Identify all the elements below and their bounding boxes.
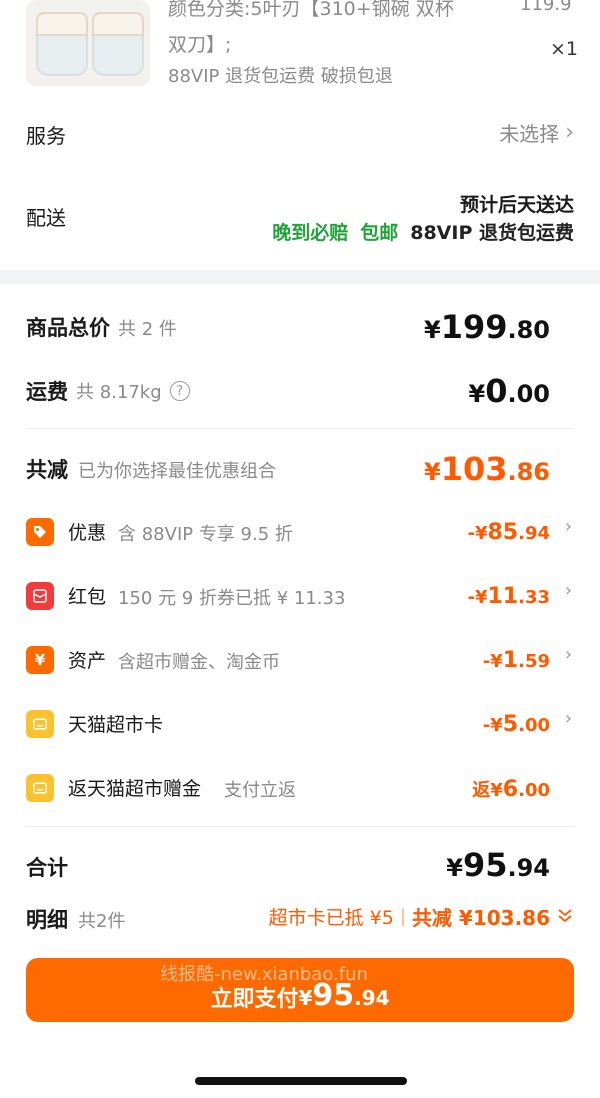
section-separator	[0, 270, 600, 284]
total-price: ¥95.94	[446, 846, 550, 884]
discount-label: 共减	[26, 458, 68, 482]
discount-item-cashback: 返天猫超市赠金 支付立返 返¥6.00	[26, 770, 574, 806]
discount-item-assets[interactable]: ¥ 资产 含超市赠金、淘金币 -¥1.59 ›	[26, 642, 574, 678]
discount-item-amount: -¥1.59	[482, 648, 550, 673]
product-quantity: ×1	[550, 38, 579, 60]
card-icon	[26, 710, 54, 738]
detail-toggle[interactable]: 超市卡已抵 ¥5 | 共减 ¥103.86	[269, 902, 574, 931]
discount-item-tmall-card[interactable]: 天猫超市卡 -¥5.00 ›	[26, 706, 574, 742]
shipping-row: 运费 共 8.17kg ?	[26, 376, 190, 406]
chevron-right-icon: ›	[564, 644, 572, 665]
watermark: 线报酷-new.xianbao.fun	[160, 964, 368, 985]
chevron-right-icon: ›	[564, 580, 572, 601]
divider	[26, 826, 574, 827]
discount-item-title: 天猫超市卡	[68, 714, 164, 736]
detail-row: 明细 共2件	[26, 904, 125, 934]
discount-item-amount: -¥85.94	[467, 520, 550, 545]
product-jar-image	[36, 12, 88, 76]
delivery-eta: 预计后天送达	[459, 194, 574, 216]
goods-total-price: ¥199.80	[423, 308, 550, 346]
red-packet-icon	[26, 582, 54, 610]
chevron-double-down-icon	[556, 906, 574, 928]
discount-item-coupon[interactable]: 优惠 含 88VIP 专享 9.5 折 -¥85.94 ›	[26, 514, 574, 550]
delivery-badges: 晚到必赔 包邮 88VIP 退货包运费	[272, 218, 574, 245]
discount-item-title: 返天猫超市赠金	[68, 778, 202, 800]
chevron-right-icon: ›	[564, 708, 572, 729]
discount-row: 共减 已为你选择最佳优惠组合	[26, 454, 276, 484]
vip-return-badge: 88VIP 退货包运费	[410, 222, 574, 244]
help-icon[interactable]: ?	[169, 381, 190, 401]
goods-total-count: 共 2 件	[118, 319, 177, 340]
service-selector[interactable]: 未选择 ›	[499, 118, 574, 147]
home-indicator	[195, 1077, 407, 1085]
tag-icon	[26, 518, 54, 546]
free-shipping-badge: 包邮	[360, 222, 399, 244]
discount-desc: 已为你选择最佳优惠组合	[78, 461, 276, 482]
shipping-label: 运费	[26, 380, 68, 404]
discount-item-amount: -¥5.00	[482, 712, 550, 737]
discount-item-title: 优惠	[68, 522, 107, 544]
divider	[26, 428, 574, 429]
discount-item-desc: 含超市赠金、淘金币	[118, 652, 280, 673]
service-value: 未选择	[499, 122, 560, 146]
product-thumbnail[interactable]	[26, 0, 150, 86]
discount-item-red-packet[interactable]: 红包 150 元 9 折券已抵 ¥ 11.33 -¥11.33 ›	[26, 578, 574, 614]
discount-item-title: 红包	[68, 586, 107, 608]
product-tag: 88VIP 退货包运费 破损包退	[168, 66, 393, 87]
discount-item-title: 资产	[68, 650, 107, 672]
total-label: 合计	[26, 856, 68, 880]
detail-count: 共2件	[78, 911, 126, 932]
detail-saved: 共减 ¥103.86	[411, 906, 550, 930]
product-spec-line2: 双刀】;	[168, 34, 232, 56]
chevron-right-icon: ›	[565, 120, 574, 145]
product-spec-line1: 颜色分类:5叶刃【310+钢碗 双杯	[168, 0, 454, 20]
chevron-right-icon: ›	[564, 516, 572, 537]
late-compensation-badge: 晚到必赔	[272, 222, 349, 244]
shipping-weight: 共 8.17kg	[76, 382, 162, 403]
detail-label: 明细	[26, 908, 68, 932]
shipping-price: ¥0.00	[468, 372, 550, 410]
discount-item-amount: 返¥6.00	[472, 777, 550, 802]
delivery-label: 配送	[26, 206, 66, 230]
product-price: 119.9	[520, 0, 572, 15]
detail-divider: |	[399, 906, 406, 927]
goods-total-label: 商品总价	[26, 316, 110, 340]
service-label: 服务	[26, 124, 66, 148]
card-icon	[26, 774, 54, 802]
discount-item-desc: 支付立返	[224, 780, 296, 801]
discount-item-desc: 150 元 9 折券已抵 ¥ 11.33	[118, 588, 346, 609]
yen-icon: ¥	[26, 646, 54, 674]
goods-total-row: 商品总价 共 2 件	[26, 312, 177, 342]
detail-card: 超市卡已抵 ¥5	[268, 907, 394, 929]
product-jar-image	[92, 12, 144, 76]
discount-total: ¥103.86	[423, 450, 550, 488]
discount-item-amount: -¥11.33	[467, 584, 550, 609]
discount-item-desc: 含 88VIP 专享 9.5 折	[118, 524, 293, 545]
